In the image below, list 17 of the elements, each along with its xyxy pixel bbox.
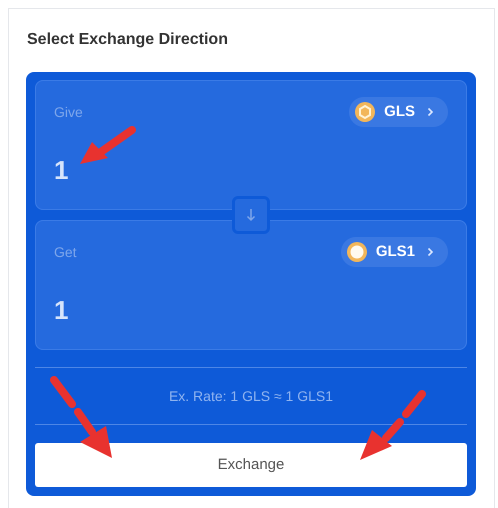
side-label: Give xyxy=(54,103,83,121)
token-name: GLS1 xyxy=(376,242,415,262)
amount-field[interactable]: 1 xyxy=(54,295,68,325)
chevron-right-icon xyxy=(427,107,434,117)
side-label: Get xyxy=(54,243,77,261)
exchange-rate: Ex. Rate: 1 GLS ≈ 1 GLS1 xyxy=(168,388,334,404)
token-selector[interactable]: GLS1 xyxy=(340,237,448,267)
coin-icon xyxy=(354,101,376,123)
swap-direction-button[interactable] xyxy=(232,196,270,234)
token-selector[interactable]: GLS xyxy=(349,97,448,127)
down-arrow-icon xyxy=(246,208,256,222)
amount-field[interactable]: 1 xyxy=(54,155,68,185)
chevron-right-icon xyxy=(427,247,434,257)
coin-icon xyxy=(346,241,368,263)
section-title: Select Exchange Direction xyxy=(27,30,229,50)
token-name: GLS xyxy=(384,102,415,122)
exchange-button[interactable]: Exchange xyxy=(35,443,467,487)
